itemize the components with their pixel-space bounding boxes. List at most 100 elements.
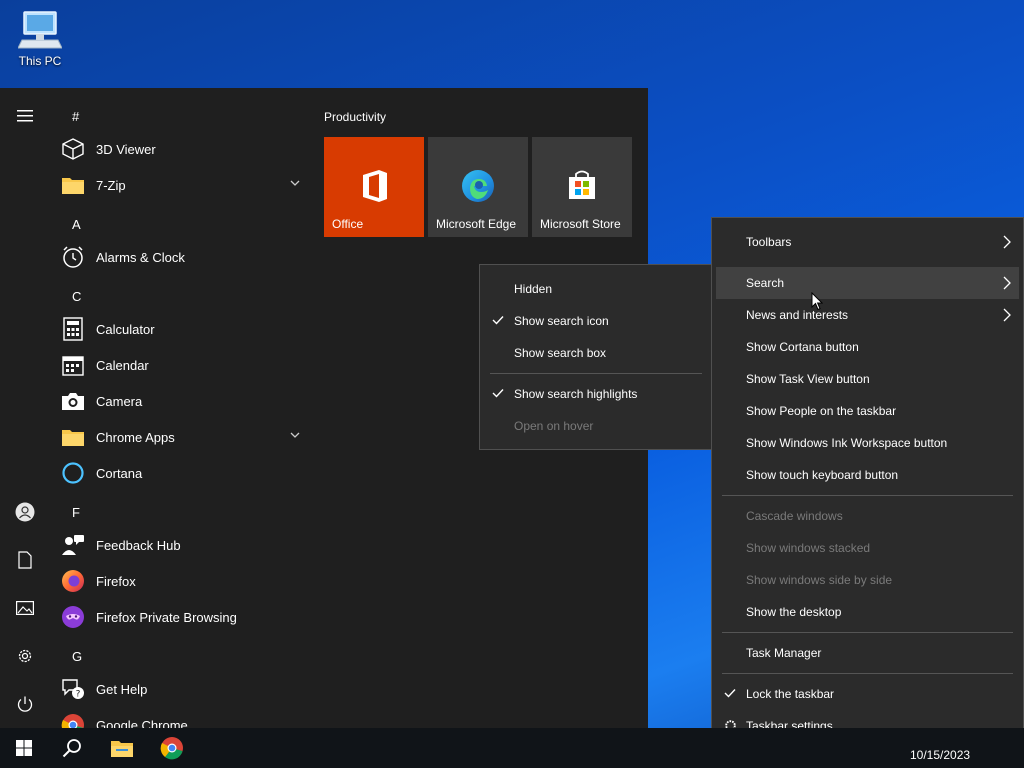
tile-label: Microsoft Edge [436,217,517,231]
tile-group-title[interactable]: Productivity [324,110,386,124]
taskbar-file-explorer[interactable] [98,728,146,768]
checkmark-icon [492,316,504,325]
app-camera[interactable]: Camera [50,383,310,419]
calculator-icon [63,317,83,341]
taskbar [0,728,1024,768]
submenu-open-on-hover: Open on hover [514,419,594,433]
checkmark-icon [724,689,736,698]
letter-header-a[interactable]: A [72,217,81,232]
menu-search[interactable]: Search [716,267,1019,299]
chrome-icon [61,714,84,728]
store-icon [569,170,595,199]
office-icon [363,170,387,202]
gear-icon [18,649,32,663]
menu-windows-stacked: Show windows stacked [746,541,871,555]
tile-microsoft-store[interactable]: Microsoft Store [532,137,632,237]
menu-separator [722,495,1013,496]
submenu-show-search-box[interactable]: Show search box [480,337,712,369]
app-folder-chrome-apps[interactable]: Chrome Apps [50,419,310,455]
letter-header-c[interactable]: C [72,289,81,304]
help-icon: ? [62,679,84,700]
tile-office[interactable]: Office [324,137,424,237]
menu-task-manager[interactable]: Task Manager [712,637,1023,669]
submenu-label: Show search icon [514,314,609,328]
app-firefox[interactable]: Firefox [50,563,310,599]
app-feedback-hub[interactable]: Feedback Hub [50,527,310,563]
chrome-icon [160,737,183,760]
menu-lock-taskbar[interactable]: Lock the taskbar [712,678,1023,710]
taskbar-context-menu: Toolbars Search News and interests Show … [711,217,1024,749]
expand-menu-button[interactable] [0,96,50,136]
taskbar-date[interactable]: 10/15/2023 [910,748,970,762]
pictures-button[interactable] [0,588,50,628]
firefox-private-icon [62,606,84,628]
app-label: Camera [96,393,143,409]
submenu-label: Show search highlights [514,387,638,401]
menu-windows-side-by-side: Show windows side by side [746,573,893,587]
camera-icon [62,393,84,410]
letter-header-f[interactable]: F [72,505,80,520]
start-button[interactable] [0,728,48,768]
app-label: 7-Zip [96,177,126,193]
user-icon [15,502,35,522]
menu-show-task-view-button[interactable]: Show Task View button [712,363,1023,395]
start-rail [0,88,50,728]
menu-label: News and interests [746,308,849,322]
app-folder-7zip[interactable]: 7-Zip [50,167,310,203]
menu-news-interests[interactable]: News and interests [712,299,1023,331]
chevron-right-icon [1003,308,1011,322]
app-label: Chrome Apps [96,429,175,445]
app-3d-viewer[interactable]: 3D Viewer [50,131,310,167]
tile-microsoft-edge[interactable]: Microsoft Edge [428,137,528,237]
app-label: Alarms & Clock [96,249,185,265]
feedback-icon [62,535,84,555]
app-calculator[interactable]: Calculator [50,311,310,347]
app-cortana[interactable]: Cortana [50,455,310,491]
submenu-hidden[interactable]: Hidden [480,273,712,305]
tile-label: Office [332,217,364,231]
power-button[interactable] [0,684,50,724]
settings-button[interactable] [0,636,50,676]
app-firefox-private[interactable]: Firefox Private Browsing [50,599,310,635]
app-label: Firefox Private Browsing [96,609,237,625]
app-label: 3D Viewer [96,141,156,157]
letter-header-g[interactable]: G [72,649,82,664]
computer-icon [18,11,62,49]
app-get-help[interactable]: ? Get Help [50,671,310,707]
app-label: Feedback Hub [96,537,181,553]
cube-icon [62,138,84,160]
mouse-cursor-icon [811,292,823,311]
letter-header-hash[interactable]: # [72,109,79,124]
windows-logo-icon [16,740,32,756]
menu-show-ink-workspace[interactable]: Show Windows Ink Workspace button [712,427,1023,459]
submenu-show-search-icon[interactable]: Show search icon [480,305,712,337]
edge-icon [462,170,494,202]
menu-show-touch-keyboard[interactable]: Show touch keyboard button [712,459,1023,491]
app-label: Google Chrome [96,717,188,729]
menu-toolbars[interactable]: Toolbars [712,226,1023,258]
menu-show-people[interactable]: Show People on the taskbar [712,395,1023,427]
menu-show-desktop[interactable]: Show the desktop [712,596,1023,628]
app-label: Firefox [96,573,136,589]
menu-label: Toolbars [746,235,792,249]
app-google-chrome[interactable]: Google Chrome [50,707,310,728]
folder-icon [62,430,84,446]
folder-icon [62,178,84,194]
checkmark-icon [492,389,504,398]
chevron-right-icon [1003,276,1011,290]
alarm-clock-icon [63,246,83,268]
menu-label: Lock the taskbar [746,687,835,701]
user-account-button[interactable] [0,492,50,532]
desktop-icon-label: This PC [18,54,62,68]
calendar-icon [62,356,84,376]
menu-show-cortana-button[interactable]: Show Cortana button [712,331,1023,363]
cortana-icon [62,462,84,484]
app-calendar[interactable]: Calendar [50,347,310,383]
documents-button[interactable] [0,540,50,580]
submenu-show-search-highlights[interactable]: Show search highlights [480,378,712,410]
taskbar-google-chrome[interactable] [148,728,196,768]
menu-label: Search [746,276,785,290]
app-alarms-clock[interactable]: Alarms & Clock [50,239,310,275]
desktop-icon-this-pc[interactable]: This PC [12,10,68,68]
search-button[interactable] [48,728,96,768]
